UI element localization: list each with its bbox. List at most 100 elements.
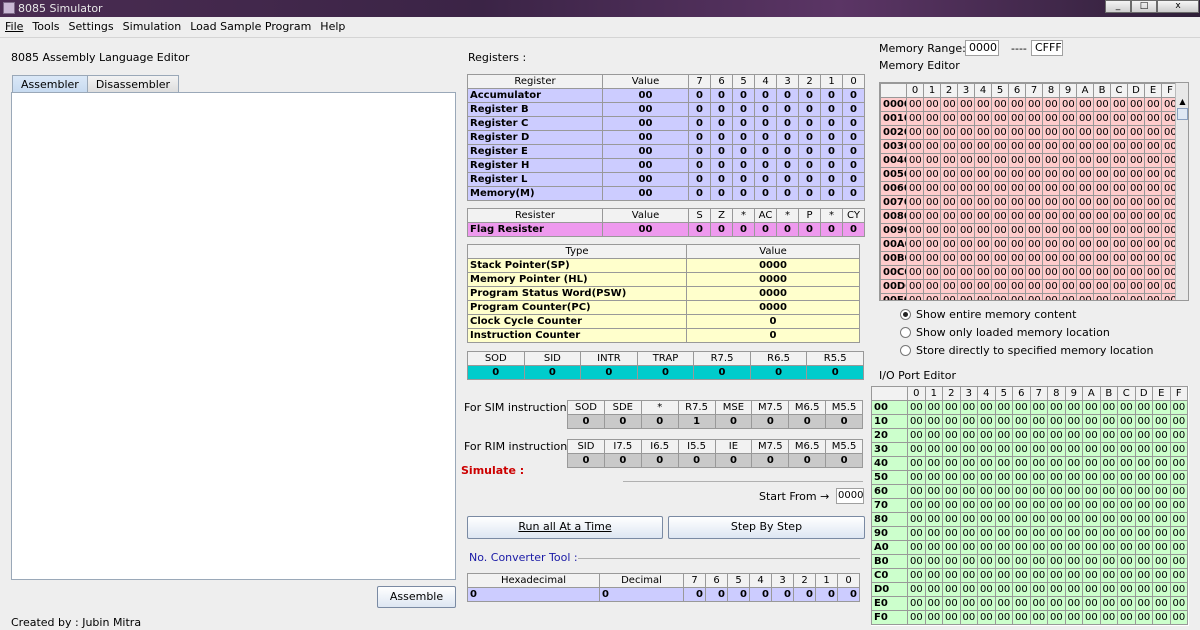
cell-value[interactable]: 00 [1127,293,1145,300]
menu-help[interactable]: Help [315,17,349,33]
cell-value[interactable]: 00 [1152,610,1171,625]
cell-value[interactable]: 00 [1042,167,1060,182]
cell-value[interactable]: 00 [1059,265,1077,280]
menu-load-sample[interactable]: Load Sample Program [185,17,315,33]
cell-value[interactable]: 00 [1152,526,1171,541]
special-register-value[interactable]: 0 [686,328,860,343]
cell-value[interactable]: 00 [1047,442,1066,457]
assemble-button[interactable]: Assemble [377,586,456,608]
cell-value[interactable]: 00 [924,568,943,583]
register-bit[interactable]: 0 [710,102,733,117]
cell-value[interactable]: 00 [974,223,992,238]
memory-grid-viewport[interactable]: 0123456789ABCDEF 000 00 00 00 00 00 00 00 00 00 00… [879,82,1189,301]
cell-value[interactable]: 00 [1127,195,1145,210]
cell-value[interactable]: 00 [1082,400,1101,415]
register-bit[interactable]: 0 [842,186,865,201]
cell-value[interactable]: 00 [1012,470,1031,485]
cell-value[interactable]: 00 [1025,237,1043,252]
cell-value[interactable]: 00 [906,237,924,252]
cell-value[interactable]: 00 [1042,251,1060,266]
register-bit[interactable]: 0 [688,88,711,103]
radio-show-entire[interactable] [900,309,911,320]
cell-value[interactable]: 00 [1144,279,1162,294]
close-button[interactable]: x [1157,0,1199,13]
cell-value[interactable]: 00 [1144,181,1162,196]
cell-value[interactable]: 00 [1127,265,1145,280]
menu-settings[interactable]: Settings [64,17,118,33]
cell-value[interactable]: 00 [1152,484,1171,499]
cell-value[interactable]: 00 [991,293,1009,300]
radio-store-direct[interactable] [900,345,911,356]
cell-value[interactable]: 00 [940,265,958,280]
cell-value[interactable]: 00 [1093,139,1111,154]
cell-value[interactable]: 00 [1012,596,1031,611]
sim-bit-value[interactable]: 0 [567,414,605,429]
interrupt-value[interactable]: 0 [806,365,864,380]
converter-bit[interactable]: 0 [727,587,750,602]
rim-bit-value[interactable]: 0 [825,453,863,468]
cell-value[interactable]: 00 [1042,195,1060,210]
cell-value[interactable]: 00 [1076,251,1094,266]
cell-value[interactable]: 00 [1117,512,1136,527]
cell-value[interactable]: 00 [1134,582,1153,597]
converter-bit[interactable]: 0 [771,587,794,602]
cell-value[interactable]: 00 [1008,223,1026,238]
cell-value[interactable]: 00 [1029,456,1048,471]
cell-value[interactable]: 00 [959,512,978,527]
cell-value[interactable]: 00 [1152,512,1171,527]
radio-show-loaded[interactable] [900,327,911,338]
register-bit[interactable]: 0 [820,116,843,131]
register-bit[interactable]: 0 [732,102,755,117]
register-bit[interactable]: 0 [754,172,777,187]
maximize-button[interactable]: □ [1131,0,1157,13]
register-bit[interactable]: 0 [776,186,799,201]
cell-value[interactable]: 00 [1029,414,1048,429]
cell-value[interactable]: 00 [1134,456,1153,471]
cell-value[interactable]: 00 [1025,167,1043,182]
cell-value[interactable]: 00 [1093,279,1111,294]
cell-value[interactable]: 00 [1127,153,1145,168]
cell-value[interactable]: 00 [977,400,996,415]
cell-value[interactable]: 00 [994,512,1013,527]
cell-value[interactable]: 00 [1110,293,1128,300]
cell-value[interactable]: 00 [1152,414,1171,429]
cell-value[interactable]: 00 [977,540,996,555]
cell-value[interactable]: 00 [1117,498,1136,513]
cell-value[interactable]: 00 [959,526,978,541]
cell-value[interactable]: 00 [1134,526,1153,541]
cell-value[interactable]: 00 [1152,554,1171,569]
cell-value[interactable]: 00 [906,153,924,168]
cell-value[interactable]: 00 [1025,181,1043,196]
cell-value[interactable]: 00 [1059,237,1077,252]
register-bit[interactable]: 0 [820,158,843,173]
cell-value[interactable]: 00 [994,484,1013,499]
cell-value[interactable]: 00 [1134,610,1153,625]
cell-value[interactable]: 00 [1127,139,1145,154]
cell-value[interactable]: 00 [1134,400,1153,415]
cell-value[interactable]: 00 [1152,582,1171,597]
cell-value[interactable]: 00 [940,223,958,238]
io-grid-viewport[interactable]: 0123456789ABCDEF 00 00 00 00 00 00 00 00 00 00 00 0… [871,386,1189,626]
decimal-input[interactable]: 0 [599,587,684,602]
cell-value[interactable]: 00 [1117,540,1136,555]
cell-value[interactable]: 00 [1082,512,1101,527]
cell-value[interactable]: 00 [940,97,958,112]
cell-value[interactable]: 00 [1093,209,1111,224]
cell-value[interactable]: 00 [924,540,943,555]
minimize-button[interactable]: _ [1105,0,1131,13]
special-register-row[interactable]: Clock Cycle Counter 0 [467,314,860,329]
cell-value[interactable]: 00 [1042,153,1060,168]
cell-value[interactable]: 00 [977,610,996,625]
cell-value[interactable]: 00 [1152,442,1171,457]
cell-value[interactable]: 00 [974,139,992,154]
cell-value[interactable]: 00 [1012,414,1031,429]
register-row[interactable]: Register E 00 0 0 0 0 0 0 0 0 [467,144,865,159]
cell-value[interactable]: 00 [1029,582,1048,597]
register-bit[interactable]: 0 [688,102,711,117]
cell-value[interactable]: 00 [940,125,958,140]
cell-value[interactable]: 00 [1029,596,1048,611]
cell-value[interactable]: 00 [977,582,996,597]
cell-value[interactable]: 00 [942,512,961,527]
scroll-up-icon[interactable]: ▲ [1176,97,1188,106]
register-bit[interactable]: 0 [776,102,799,117]
